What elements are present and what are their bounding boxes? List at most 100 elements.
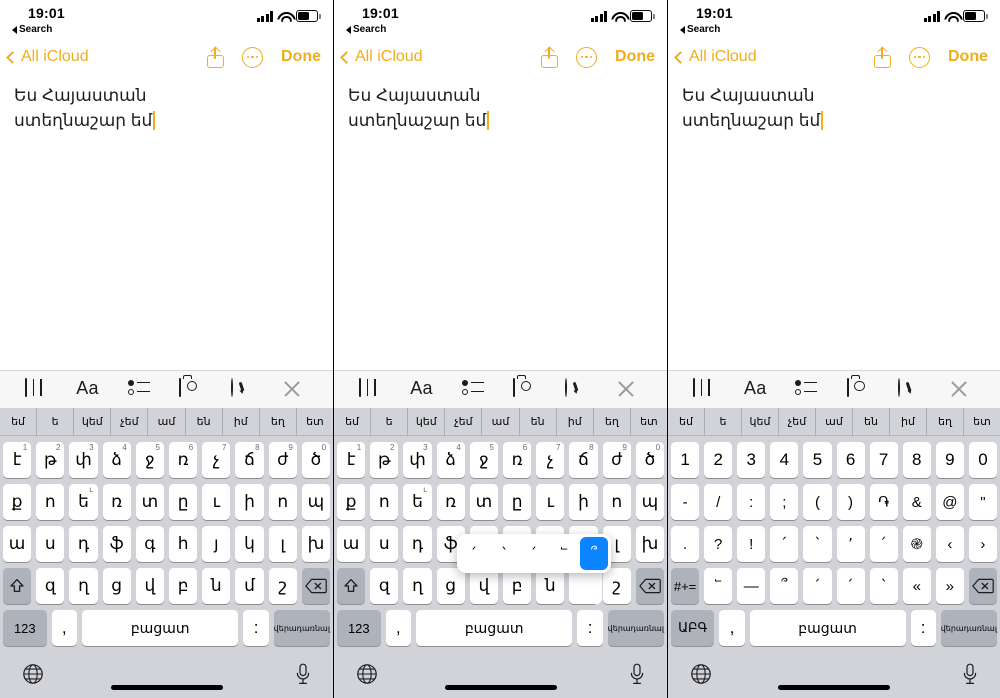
note-body[interactable]: Ես Հայաստան ստեղնաշար եմ xyxy=(0,74,333,370)
back-button-all-icloud[interactable]: All iCloud xyxy=(674,48,757,66)
return-key[interactable]: վերադառնալ xyxy=(940,610,998,646)
suggestion-item[interactable]: ետ xyxy=(297,408,333,436)
comma-key[interactable]: , xyxy=(385,610,411,646)
key[interactable]: ւ xyxy=(202,484,231,520)
key[interactable]: ռ xyxy=(436,484,465,520)
key[interactable]: ի xyxy=(235,484,264,520)
shift-icon[interactable] xyxy=(2,568,32,604)
key[interactable]: ? xyxy=(704,526,733,562)
done-button[interactable]: Done xyxy=(948,48,988,66)
key[interactable]: ֎ xyxy=(902,526,931,562)
key[interactable]: եւ xyxy=(69,484,98,520)
suggestion-item[interactable]: եղ xyxy=(260,407,297,436)
table-icon[interactable] xyxy=(24,377,51,401)
key[interactable]: 5 xyxy=(803,442,832,478)
letters-key[interactable]: ԱԲԳ xyxy=(671,610,715,646)
key[interactable]: գ xyxy=(135,526,164,562)
globe-icon[interactable] xyxy=(22,663,44,685)
suggestion-item[interactable]: են xyxy=(186,407,223,436)
key[interactable]: ա xyxy=(2,526,32,562)
key[interactable]: ձ4 xyxy=(102,442,131,478)
key[interactable]: է1 xyxy=(336,442,366,478)
table-icon[interactable] xyxy=(358,377,385,401)
key[interactable]: շ xyxy=(602,568,631,604)
key[interactable]: " xyxy=(968,484,997,520)
suggestion-item[interactable]: կեմ xyxy=(742,407,779,436)
key[interactable]: ծ0 xyxy=(301,442,331,478)
suggestion-item[interactable]: չեմ xyxy=(111,407,149,436)
key[interactable]: դ xyxy=(69,526,98,562)
key[interactable]: չ7 xyxy=(202,442,231,478)
numbers-key[interactable]: 123 xyxy=(337,610,381,646)
key[interactable]: խ xyxy=(301,526,331,562)
more-ellipsis-icon[interactable] xyxy=(576,46,597,68)
key[interactable]: յ xyxy=(202,526,231,562)
status-back-to-search[interactable]: Search xyxy=(346,24,386,35)
share-icon[interactable] xyxy=(207,46,224,68)
key[interactable]: ս xyxy=(36,526,65,562)
key[interactable]: ց xyxy=(102,568,131,604)
more-ellipsis-icon[interactable] xyxy=(909,46,930,68)
suggestion-item[interactable]: եղ xyxy=(594,407,631,436)
key[interactable]: ի xyxy=(569,484,598,520)
key[interactable]: ը xyxy=(169,484,198,520)
backspace-icon[interactable] xyxy=(301,568,331,604)
key[interactable]: ֆ xyxy=(102,526,131,562)
shift-icon[interactable] xyxy=(336,568,366,604)
accent-option[interactable]: ՟ xyxy=(550,537,578,570)
text-format-icon[interactable]: Aa xyxy=(76,379,102,401)
key[interactable]: խ xyxy=(635,526,665,562)
key[interactable]: է1 xyxy=(2,442,32,478)
key[interactable]: թ2 xyxy=(370,442,399,478)
table-icon[interactable] xyxy=(692,377,719,401)
microphone-icon[interactable] xyxy=(962,663,978,685)
key[interactable]: ո xyxy=(268,484,297,520)
key[interactable]: տ xyxy=(135,484,164,520)
key[interactable]: ! xyxy=(737,526,766,562)
key[interactable]: ՝ xyxy=(869,568,898,604)
key[interactable]: պ xyxy=(301,484,331,520)
key[interactable]: ռ6 xyxy=(503,442,532,478)
key[interactable]: մ xyxy=(235,568,264,604)
camera-icon[interactable] xyxy=(846,377,873,401)
share-icon[interactable] xyxy=(541,46,558,68)
key[interactable]: պ xyxy=(635,484,665,520)
key[interactable]: ժ9 xyxy=(268,442,297,478)
key[interactable]: ջ5 xyxy=(135,442,164,478)
key[interactable]: ռ6 xyxy=(169,442,198,478)
suggestion-item[interactable]: եմ xyxy=(668,407,705,436)
key[interactable]: - xyxy=(671,484,700,520)
key[interactable]: 7 xyxy=(869,442,898,478)
key[interactable]: ո xyxy=(370,484,399,520)
key[interactable]: ճ8 xyxy=(569,442,598,478)
suggestion-item[interactable]: ետ xyxy=(631,408,667,436)
accent-option[interactable]: ՛ xyxy=(460,537,488,570)
key[interactable]: շ xyxy=(268,568,297,604)
key[interactable]: զ xyxy=(36,568,65,604)
key[interactable]: ժ9 xyxy=(602,442,631,478)
close-icon[interactable] xyxy=(616,379,642,401)
status-back-to-search[interactable]: Search xyxy=(12,24,52,35)
suggestion-item[interactable]: ետ xyxy=(964,408,1000,436)
camera-icon[interactable] xyxy=(179,377,205,401)
key[interactable]: ( xyxy=(803,484,832,520)
suggestion-item[interactable]: իմ xyxy=(557,407,594,436)
key[interactable]: թ2 xyxy=(36,442,65,478)
suggestion-item[interactable]: իմ xyxy=(890,407,927,436)
key[interactable]: ; xyxy=(770,484,799,520)
key[interactable]: ձ4 xyxy=(436,442,465,478)
key[interactable]: › xyxy=(968,526,997,562)
key[interactable]: չ7 xyxy=(536,442,565,478)
accent-option-selected[interactable]: ՞ xyxy=(580,537,608,570)
key[interactable]: տ xyxy=(469,484,498,520)
space-key[interactable]: բացատ xyxy=(749,610,906,646)
done-button[interactable]: Done xyxy=(281,48,321,66)
key[interactable]: ս xyxy=(370,526,399,562)
key[interactable]: » xyxy=(935,568,964,604)
key[interactable]: 6 xyxy=(836,442,865,478)
key[interactable]: ծ0 xyxy=(635,442,665,478)
return-key[interactable]: վերադառնալ xyxy=(607,610,664,646)
key[interactable]: 4 xyxy=(770,442,799,478)
numbers-key[interactable]: 123 xyxy=(3,610,47,646)
key[interactable]: ՟ xyxy=(704,568,733,604)
